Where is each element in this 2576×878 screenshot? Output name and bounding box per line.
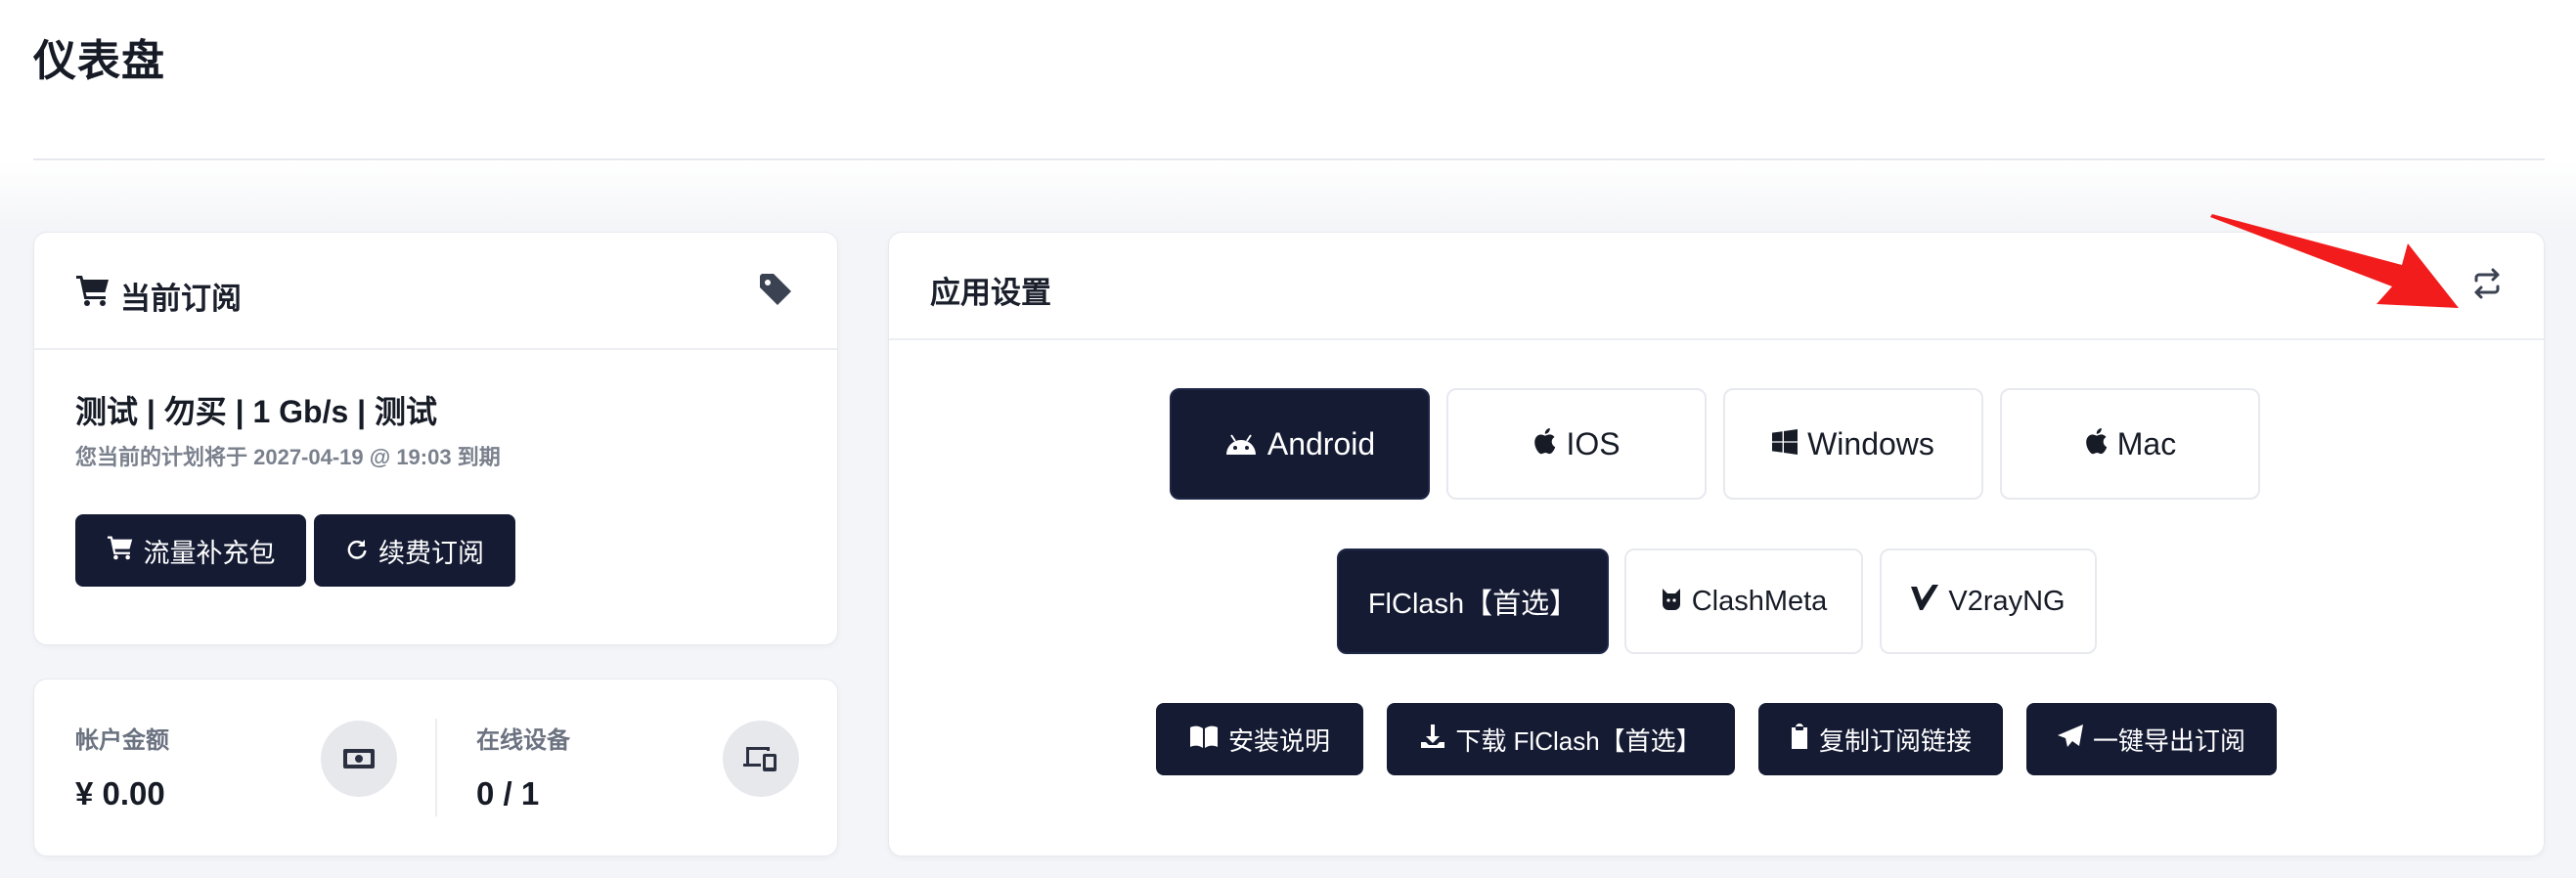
client-flclash[interactable]: FlClash【首选】	[1337, 549, 1609, 654]
download-client-label: 下载 FlClash【首选】	[1455, 725, 1702, 756]
platform-ios-label: IOS	[1566, 425, 1621, 461]
devices-value: 0 / 1	[476, 775, 540, 812]
subscription-card-header: 当前订阅	[34, 233, 837, 350]
book-icon	[1189, 724, 1219, 755]
balance-value: ¥ 0.00	[75, 775, 165, 812]
client-clashmeta[interactable]: ClashMeta	[1624, 549, 1863, 654]
platform-mac[interactable]: Mac	[2000, 388, 2260, 500]
client-clashmeta-label: ClashMeta	[1691, 585, 1828, 617]
download-icon	[1420, 724, 1445, 756]
refresh-icon	[345, 536, 369, 566]
install-guide-label: 安装说明	[1227, 725, 1330, 756]
page-header	[0, 0, 2576, 161]
tag-icon[interactable]	[758, 272, 793, 312]
export-subscription-button[interactable]: 一键导出订阅	[2026, 703, 2277, 775]
platform-ios[interactable]: IOS	[1446, 388, 1707, 500]
subscription-header-title: 当前订阅	[120, 282, 242, 316]
android-icon	[1224, 426, 1258, 462]
plan-expiry: 您当前的计划将于 2027-04-19 @ 19:03 到期	[75, 445, 501, 469]
traffic-pack-label: 流量补充包	[143, 538, 276, 568]
renew-label: 续费订阅	[378, 538, 484, 568]
download-client-button[interactable]: 下载 FlClash【首选】	[1387, 703, 1735, 775]
app-settings-card: 应用设置 Android IOS Windows Mac FlClash【首选】…	[888, 232, 2545, 856]
v-icon	[1911, 585, 1939, 618]
client-v2rayng[interactable]: V2rayNG	[1880, 549, 2097, 654]
app-settings-title: 应用设置	[930, 276, 1051, 310]
apple-icon	[2084, 426, 2108, 462]
traffic-pack-button[interactable]: 流量补充包	[75, 514, 306, 587]
client-flclash-label: FlClash【首选】	[1367, 589, 1578, 620]
export-subscription-label: 一键导出订阅	[2092, 725, 2245, 756]
cart-icon	[75, 274, 111, 312]
devices-icon	[723, 721, 799, 797]
copy-subscription-label: 复制订阅链接	[1818, 725, 1972, 756]
money-icon	[321, 721, 397, 797]
cart-plus-icon	[107, 535, 134, 567]
platform-windows-label: Windows	[1807, 425, 1934, 461]
plan-name: 测试 | 勿买 | 1 Gb/s | 测试	[75, 394, 438, 429]
windows-icon	[1772, 426, 1799, 462]
devices-label: 在线设备	[476, 727, 570, 754]
dashboard-page: 仪表盘 当前订阅 测试 | 勿买 | 1 Gb/s | 测试 您当前的计划将于 …	[0, 0, 2576, 878]
cat-icon	[1661, 586, 1682, 618]
clipboard-icon	[1790, 723, 1809, 756]
balance-label: 帐户金额	[75, 727, 169, 754]
copy-subscription-button[interactable]: 复制订阅链接	[1758, 703, 2003, 775]
page-title: 仪表盘	[33, 37, 165, 85]
install-guide-button[interactable]: 安装说明	[1156, 703, 1363, 775]
client-v2rayng-label: V2rayNG	[1948, 585, 2065, 617]
platform-android[interactable]: Android	[1170, 388, 1430, 500]
red-arrow-annotation	[2210, 214, 2459, 308]
platform-mac-label: Mac	[2116, 425, 2177, 461]
platform-windows[interactable]: Windows	[1723, 388, 1983, 500]
send-icon	[2057, 724, 2083, 755]
subscription-card: 当前订阅 测试 | 勿买 | 1 Gb/s | 测试 您当前的计划将于 2027…	[33, 232, 838, 645]
apple-icon	[1532, 426, 1556, 462]
platform-android-label: Android	[1266, 425, 1376, 461]
stats-card: 帐户金额 ¥ 0.00 在线设备 0 / 1	[33, 679, 838, 856]
switch-icon[interactable]	[2471, 268, 2503, 304]
renew-subscription-button[interactable]: 续费订阅	[314, 514, 515, 587]
